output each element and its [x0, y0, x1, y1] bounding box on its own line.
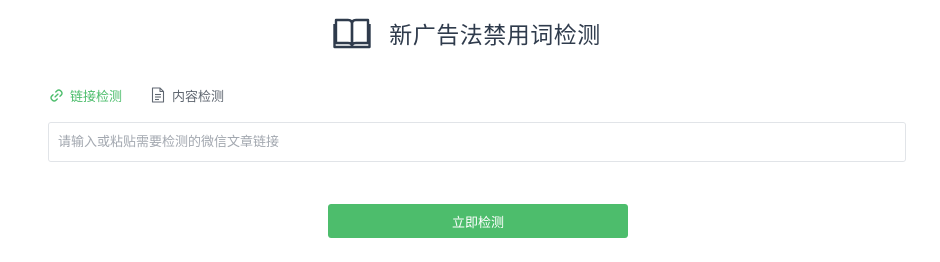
- tab-content-check[interactable]: 内容检测: [150, 86, 224, 105]
- document-icon: [150, 87, 166, 103]
- url-input-container: [48, 122, 906, 162]
- tab-link-check[interactable]: 链接检测: [48, 86, 122, 105]
- tab-link-check-label: 链接检测: [70, 89, 123, 105]
- link-icon: [48, 87, 64, 103]
- article-url-input[interactable]: [49, 123, 905, 161]
- tab-content-check-label: 内容检测: [172, 89, 225, 105]
- detect-now-button[interactable]: 立即检测: [328, 204, 628, 238]
- open-book-icon: [333, 16, 371, 50]
- page-header: 新广告法禁用词检测: [0, 13, 940, 53]
- page-title: 新广告法禁用词检测: [389, 23, 601, 49]
- page: 新广告法禁用词检测 链接检测 内容检测 请输入或粘贴需要检测的微信文章链接 立即…: [0, 0, 940, 262]
- tab-bar: 链接检测 内容检测: [48, 86, 224, 105]
